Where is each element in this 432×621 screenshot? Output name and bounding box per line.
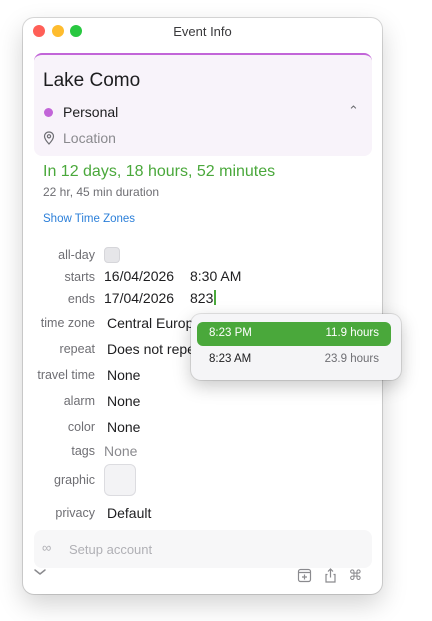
text-caret — [214, 290, 217, 305]
location-pin-icon — [43, 131, 55, 145]
event-title[interactable]: Lake Como — [43, 70, 140, 92]
privacy-selector[interactable]: Default — [107, 505, 151, 521]
add-to-calendar-icon[interactable] — [297, 568, 312, 583]
chevron-down-icon[interactable] — [33, 567, 47, 577]
time-suggestion-option[interactable]: 8:23 AM 23.9 hours — [197, 348, 391, 372]
suggested-time: 8:23 PM — [209, 327, 252, 339]
repeat-selector[interactable]: Does not repe — [107, 341, 195, 357]
time-zone-label: time zone — [40, 316, 95, 330]
event-info-window: Event Info Lake Como Personal ⌃ Location… — [23, 18, 382, 594]
up-down-chevron-icon[interactable]: ⌃ — [348, 103, 359, 119]
time-zone-selector[interactable]: Central Europ — [107, 315, 193, 331]
color-selector[interactable]: None — [107, 419, 140, 435]
repeat-label: repeat — [59, 342, 95, 356]
setup-account-label: Setup account — [69, 542, 153, 557]
show-time-zones-link[interactable]: Show Time Zones — [43, 213, 135, 225]
tags-field[interactable]: None — [104, 443, 137, 459]
command-icon[interactable]: ⌘ — [348, 568, 363, 583]
event-header-card: Lake Como Personal ⌃ Location — [34, 53, 372, 156]
location-field[interactable]: Location — [63, 130, 116, 146]
all-day-label: all-day — [58, 248, 95, 262]
time-suggestion-popup: 8:23 PM 11.9 hours 8:23 AM 23.9 hours — [191, 314, 401, 380]
start-date-field[interactable]: 16/04/2026 — [104, 268, 174, 284]
suggested-duration: 11.9 hours — [325, 327, 380, 339]
calendar-selector[interactable]: Personal — [63, 104, 118, 120]
graphic-picker[interactable] — [104, 464, 136, 496]
alarm-selector[interactable]: None — [107, 393, 140, 409]
duration-text: 22 hr, 45 min duration — [43, 185, 160, 199]
end-time-field[interactable]: 823 — [190, 290, 217, 306]
travel-time-selector[interactable]: None — [107, 367, 140, 383]
infinity-icon: ∞ — [42, 540, 52, 555]
privacy-label: privacy — [55, 506, 95, 520]
time-suggestion-option[interactable]: 8:23 PM 11.9 hours — [197, 322, 391, 346]
start-time-field[interactable]: 8:30 AM — [190, 268, 241, 284]
title-bar: Event Info — [23, 18, 382, 44]
travel-time-label: travel time — [37, 368, 95, 382]
alarm-label: alarm — [63, 394, 95, 408]
end-time-input-text: 823 — [190, 290, 214, 306]
ends-label: ends — [67, 292, 95, 306]
calendar-color-dot — [44, 108, 53, 117]
starts-label: starts — [64, 270, 95, 284]
color-label: color — [67, 420, 95, 434]
countdown-text: In 12 days, 18 hours, 52 minutes — [43, 163, 276, 180]
setup-account-row[interactable]: ∞ Setup account — [34, 530, 372, 568]
suggested-time: 8:23 AM — [209, 353, 252, 365]
graphic-label: graphic — [54, 473, 95, 487]
end-date-field[interactable]: 17/04/2026 — [104, 290, 174, 306]
all-day-checkbox[interactable] — [104, 247, 120, 263]
tags-label: tags — [71, 444, 95, 458]
window-title: Event Info — [173, 24, 232, 39]
suggested-duration: 23.9 hours — [324, 353, 379, 365]
share-icon[interactable] — [323, 568, 338, 583]
